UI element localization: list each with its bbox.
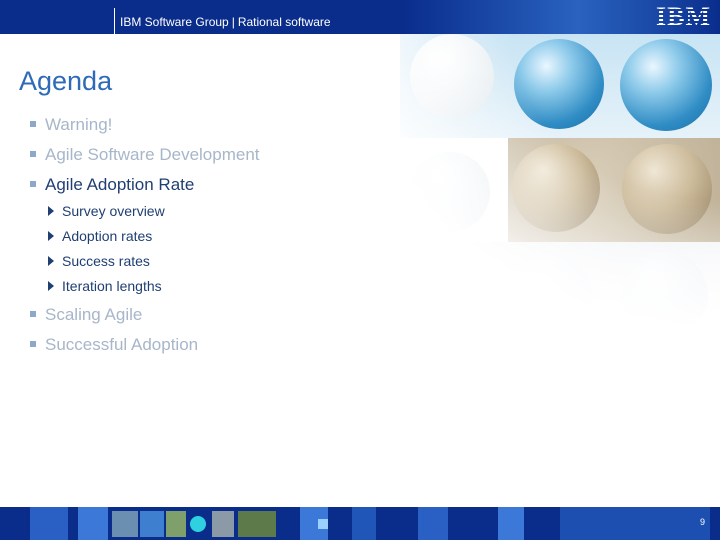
page-title: Agenda (19, 66, 113, 96)
subitem-iteration-lengths: Iteration lengths (48, 278, 162, 294)
faded-sphere (512, 254, 592, 334)
agenda-item-agile-software-development: Agile Software Development (30, 145, 260, 165)
footer-tile (418, 507, 448, 540)
subitem-adoption-rates: Adoption rates (48, 228, 152, 244)
triangle-bullet-icon (48, 206, 54, 217)
footer-photo-tile (190, 516, 206, 532)
footer-photo-tile (238, 511, 276, 537)
agenda-item-agile-adoption-rate: Agile Adoption Rate (30, 175, 194, 195)
footer-tile (560, 507, 710, 540)
subitem-survey-overview: Survey overview (48, 203, 165, 219)
footer-photo-tile (112, 511, 138, 537)
page-number: 9 (700, 517, 706, 527)
footer-photo-tile (212, 511, 234, 537)
square-bullet-icon (30, 120, 36, 127)
square-bullet-icon (30, 150, 36, 157)
header-divider (114, 8, 115, 34)
header-title: IBM Software Group | Rational software (120, 15, 331, 29)
footer-bar: 9 (0, 507, 720, 540)
decorative-photo-collage (400, 34, 720, 340)
square-bullet-icon (30, 180, 36, 187)
square-bullet-icon (30, 340, 36, 347)
subitem-success-rates: Success rates (48, 253, 150, 269)
faded-sphere (622, 252, 708, 338)
stone-sphere (512, 144, 600, 232)
square-bullet-icon (30, 310, 36, 317)
blue-sphere (620, 39, 712, 131)
footer-tile (318, 519, 328, 529)
triangle-bullet-icon (48, 231, 54, 242)
footer-tile (30, 507, 68, 540)
faded-sphere (410, 152, 490, 232)
footer-tile (352, 507, 376, 540)
faded-sphere (410, 34, 494, 118)
agenda-item-scaling-agile: Scaling Agile (30, 305, 142, 325)
group-label: IBM Software Group (120, 15, 229, 29)
title-separator: | (231, 15, 235, 29)
footer-tile (498, 507, 524, 540)
footer-tile (140, 511, 164, 537)
agenda-item-successful-adoption: Successful Adoption (30, 335, 198, 355)
footer-tile (78, 507, 108, 540)
blue-sphere (514, 39, 604, 129)
header-bar: IBM Software Group | Rational software IBM (0, 0, 720, 34)
triangle-bullet-icon (48, 281, 54, 292)
triangle-bullet-icon (48, 256, 54, 267)
footer-photo-tile (166, 511, 186, 537)
agenda-item-warning: Warning! (30, 115, 112, 135)
unit-label: Rational software (237, 15, 331, 29)
ibm-logo: IBM (656, 2, 711, 31)
stone-sphere (622, 144, 712, 234)
